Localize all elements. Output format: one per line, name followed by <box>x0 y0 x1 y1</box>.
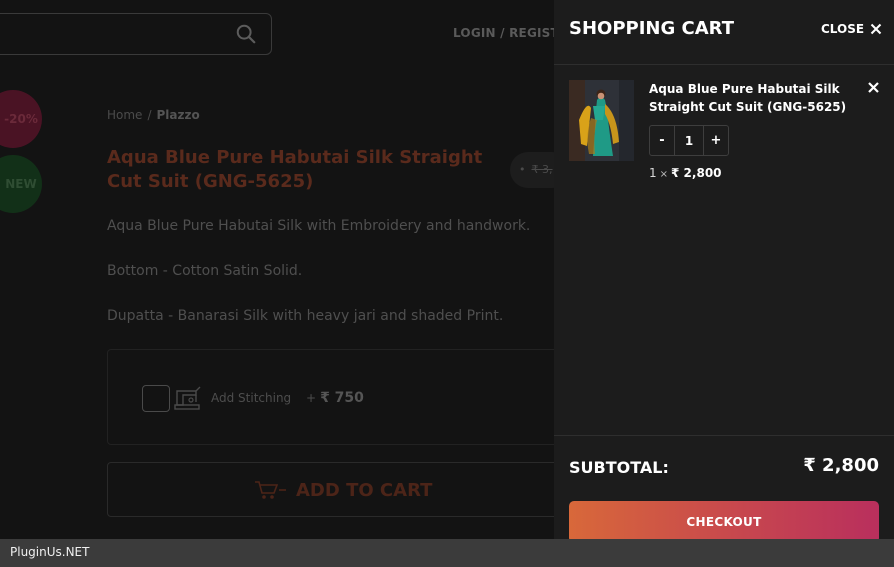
credit-text[interactable]: PluginUs.NET <box>10 545 89 559</box>
breadcrumb-separator: / <box>147 108 152 122</box>
sewing-machine-icon <box>174 386 201 410</box>
cart-item-name[interactable]: Aqua Blue Pure Habutai Silk Straight Cut… <box>649 80 859 116</box>
stitching-checkbox[interactable] <box>142 385 170 412</box>
old-price: ₹ 3, <box>531 163 553 176</box>
close-icon <box>870 23 882 35</box>
quantity-stepper: - 1 + <box>649 125 729 156</box>
breadcrumb-home[interactable]: Home <box>107 108 142 122</box>
cart-header: SHOPPING CART CLOSE <box>554 0 894 65</box>
new-badge: NEW <box>0 155 42 213</box>
breadcrumb: Home / Plazzo <box>107 108 200 122</box>
quantity-value[interactable]: 1 <box>674 126 704 155</box>
credit-bar: PluginUs.NET <box>0 539 894 567</box>
close-cart-button[interactable]: CLOSE <box>821 20 882 38</box>
cart-item-price-line: 1 × ₹ 2,800 <box>649 166 722 180</box>
increment-button[interactable]: + <box>704 126 728 155</box>
cart-drawer: SHOPPING CART CLOSE Aqua Blue Pure Habut… <box>554 0 894 567</box>
decrement-button[interactable]: - <box>650 126 674 155</box>
sale-badge: -20% <box>0 90 42 148</box>
subtotal-value: ₹ 2,800 <box>803 455 879 476</box>
add-to-cart-label: ADD TO CART <box>296 480 433 501</box>
checkout-button[interactable]: CHECKOUT <box>569 501 879 543</box>
stitching-option-box: Add Stitching + ₹ 750 <box>107 349 567 445</box>
stitching-price: + ₹ 750 <box>306 390 364 406</box>
cart-icon <box>255 481 286 499</box>
breadcrumb-current[interactable]: Plazzo <box>156 108 199 122</box>
search-input[interactable] <box>0 13 272 55</box>
login-register-link[interactable]: LOGIN / REGISTE <box>453 26 567 40</box>
line-quantity: 1 <box>649 166 657 180</box>
stitching-price-value: ₹ 750 <box>320 390 364 406</box>
product-thumbnail[interactable] <box>569 80 634 161</box>
times-sign: × <box>659 169 669 180</box>
cart-title: SHOPPING CART <box>569 18 734 39</box>
add-to-cart-button[interactable]: ADD TO CART <box>107 462 567 517</box>
subtotal-label: SUBTOTAL: <box>569 458 669 477</box>
stitching-label: Add Stitching <box>211 391 292 405</box>
product-page: LOGIN / REGISTE -20% NEW Home / Plazzo Aqu… <box>0 0 894 567</box>
description-line: Aqua Blue Pure Habutai Silk with Embroid… <box>107 218 531 234</box>
line-price: ₹ 2,800 <box>671 166 722 180</box>
stitching-plus: + <box>306 391 317 405</box>
remove-item-icon[interactable] <box>867 81 880 94</box>
description-line: Bottom - Cotton Satin Solid. <box>107 263 303 279</box>
search-icon[interactable] <box>235 23 257 45</box>
product-photo-icon <box>569 80 634 161</box>
close-label: CLOSE <box>821 22 865 36</box>
description-line: Dupatta - Banarasi Silk with heavy jari … <box>107 308 504 324</box>
product-title: Aqua Blue Pure Habutai Silk Straight Cut… <box>107 147 483 192</box>
checkout-label: CHECKOUT <box>686 515 762 529</box>
